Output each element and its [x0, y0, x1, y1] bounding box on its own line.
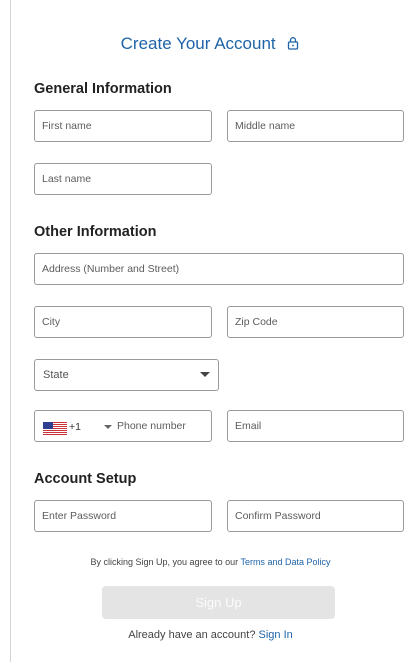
us-flag-icon[interactable]: [43, 422, 67, 435]
state-select-value: State: [43, 369, 69, 381]
sign-up-button[interactable]: Sign Up: [102, 586, 335, 619]
sign-in-text: Already have an account?: [128, 629, 259, 641]
zip-code-input[interactable]: [227, 306, 404, 338]
general-information-heading: General Information: [34, 81, 172, 97]
account-setup-heading: Account Setup: [34, 471, 137, 487]
terms-text: By clicking Sign Up, you agree to our: [90, 557, 241, 567]
phone-number-input[interactable]: [117, 417, 207, 435]
middle-name-input[interactable]: [227, 110, 404, 142]
other-information-heading: Other Information: [34, 224, 157, 240]
terms-notice: By clicking Sign Up, you agree to our Te…: [1, 557, 412, 567]
chevron-down-icon: [200, 372, 210, 377]
sign-in-link[interactable]: Sign In: [259, 629, 293, 641]
lock-icon: [288, 37, 299, 50]
last-name-input[interactable]: [34, 163, 212, 195]
password-input[interactable]: [34, 500, 212, 532]
form-title: Create Your Account: [120, 34, 276, 53]
terms-link[interactable]: Terms and Data Policy: [240, 557, 330, 567]
confirm-password-input[interactable]: [227, 500, 404, 532]
address-input[interactable]: [34, 253, 404, 285]
email-input[interactable]: [227, 410, 404, 442]
sign-in-prompt: Already have an account? Sign In: [1, 629, 412, 641]
signup-form-panel: Create Your Account General Information …: [10, 0, 412, 662]
city-input[interactable]: [34, 306, 212, 338]
first-name-input[interactable]: [34, 110, 212, 142]
phone-dial-code[interactable]: +1: [69, 421, 81, 433]
form-title-row: Create Your Account: [1, 34, 412, 54]
phone-field[interactable]: +1: [34, 410, 212, 442]
state-select[interactable]: State: [34, 359, 219, 391]
country-dropdown-icon[interactable]: [104, 425, 112, 429]
